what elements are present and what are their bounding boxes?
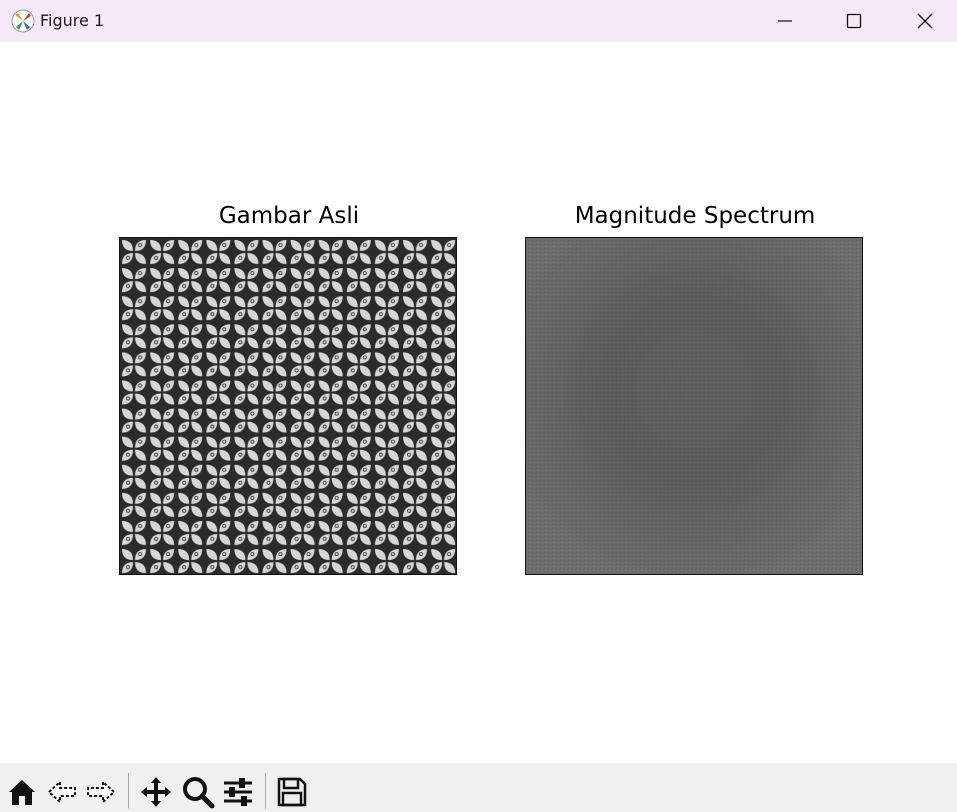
pan-icon [141,777,171,807]
window-title: Figure 1 [40,11,105,30]
forward-button[interactable] [83,774,119,810]
save-icon [277,777,307,807]
maximize-icon [846,13,862,29]
matplotlib-app-icon [11,9,35,33]
pan-button[interactable] [138,774,174,810]
minimize-icon [778,20,792,22]
toolbar-separator [128,773,129,809]
zoom-icon [183,777,215,809]
kawung-pattern-image [120,238,456,574]
window-titlebar: Figure 1 [0,0,957,42]
subplot-title-original: Gambar Asli [218,203,360,229]
magnitude-spectrum-image [526,238,862,574]
save-button[interactable] [274,774,310,810]
configure-subplots-icon [224,778,252,806]
maximize-button[interactable] [824,0,884,42]
zoom-button[interactable] [180,774,216,810]
figure-canvas[interactable]: Gambar Asli Magnitude Spectrum [0,42,957,763]
close-icon [917,13,933,29]
original-image-axes [119,237,457,575]
subplot-title-spectrum: Magnitude Spectrum [574,203,816,229]
back-arrow-icon [47,779,76,805]
home-icon [9,780,35,805]
forward-arrow-icon [87,779,116,805]
close-button[interactable] [895,0,955,42]
toolbar-separator [265,773,266,809]
home-button[interactable] [4,774,40,810]
minimize-button[interactable] [755,0,815,42]
configure-subplots-button[interactable] [220,774,256,810]
back-button[interactable] [44,774,80,810]
magnitude-spectrum-axes [525,237,863,575]
